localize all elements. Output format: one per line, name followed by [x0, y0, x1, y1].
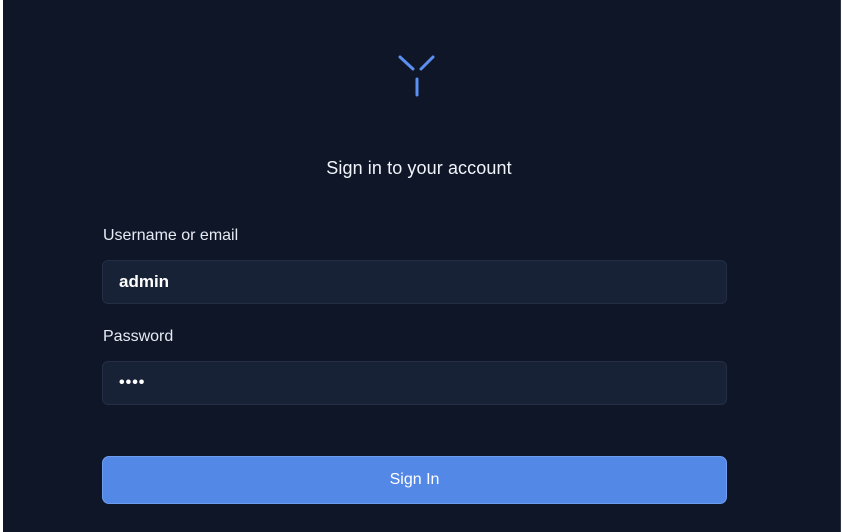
password-field[interactable]	[102, 361, 727, 405]
sign-in-button[interactable]: Sign In	[102, 456, 727, 504]
login-panel: Sign in to your account Username or emai…	[3, 0, 841, 532]
y-logo-icon	[398, 55, 435, 97]
username-field[interactable]	[102, 260, 727, 304]
username-label: Username or email	[103, 227, 239, 244]
password-label: Password	[103, 328, 174, 345]
page-title: Sign in to your account	[326, 158, 512, 178]
